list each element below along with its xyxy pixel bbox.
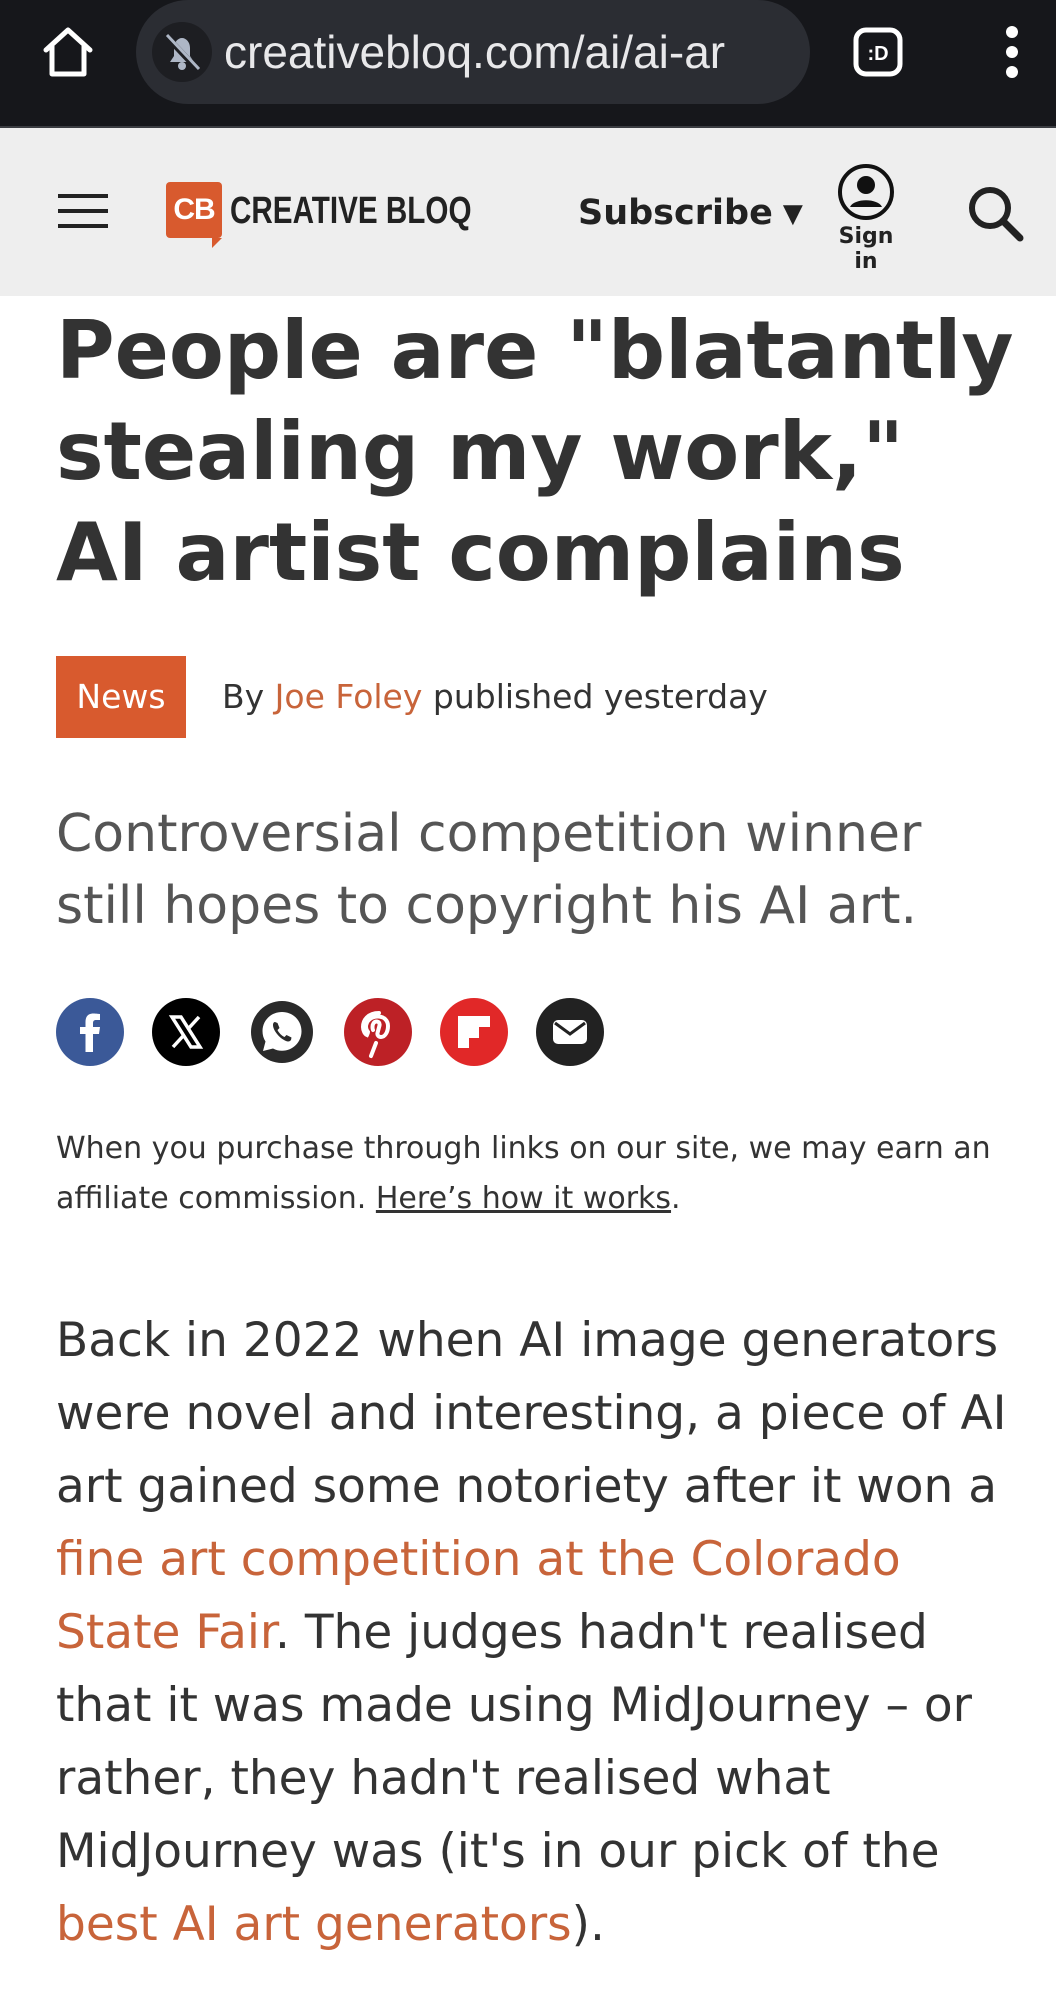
site-header: CB CREATIVE BLOQ Subscribe ▼ Sign in — [0, 128, 1056, 296]
affiliate-end: . — [671, 1181, 681, 1216]
share-bar — [56, 998, 656, 1066]
article-meta: News By Joe Foley published yesterday — [56, 656, 1016, 738]
pinterest-icon[interactable] — [344, 998, 412, 1066]
site-logo[interactable]: CB CREATIVE BLOQ — [166, 180, 472, 248]
sign-in-button[interactable]: Sign in — [824, 162, 908, 274]
body-text-3: ). — [571, 1897, 605, 1952]
how-it-works-link[interactable]: Here’s how it works — [376, 1181, 671, 1216]
menu-hamburger-icon[interactable] — [56, 188, 112, 236]
flipboard-icon[interactable] — [440, 998, 508, 1066]
logo-text: CREATIVE BLOQ — [230, 190, 472, 232]
url-text[interactable]: creativebloq.com/ai/ai-ar — [224, 22, 804, 82]
email-icon[interactable] — [536, 998, 604, 1066]
byline: By Joe Foley published yesterday — [222, 674, 768, 720]
tab-switcher-button[interactable]: :D — [848, 22, 908, 82]
article-strapline: Controversial competition winner still h… — [56, 804, 922, 936]
subscribe-button[interactable]: Subscribe ▼ — [578, 188, 803, 238]
more-menu-icon[interactable] — [996, 18, 1028, 86]
tab-count: :D — [867, 43, 888, 65]
affiliate-disclaimer: When you purchase through links on our s… — [56, 1124, 1016, 1224]
user-account-icon — [838, 164, 894, 220]
logo-mark: CB — [166, 182, 222, 248]
sign-in-label: Sign in — [838, 224, 894, 274]
notifications-off-icon[interactable] — [150, 20, 214, 84]
published-date: published yesterday — [432, 677, 768, 716]
byline-prefix: By — [222, 677, 265, 716]
category-badge[interactable]: News — [56, 656, 186, 738]
facebook-icon[interactable] — [56, 998, 124, 1066]
body-text-1: Back in 2022 when AI image generators we… — [56, 1313, 1007, 1514]
search-icon[interactable] — [964, 182, 1028, 246]
url-bar[interactable]: creativebloq.com/ai/ai-ar — [136, 0, 810, 104]
home-icon[interactable] — [36, 20, 100, 84]
x-icon[interactable] — [152, 998, 220, 1066]
author-link[interactable]: Joe Foley — [275, 677, 423, 716]
caret-down-icon: ▼ — [782, 199, 803, 229]
subscribe-label: Subscribe — [578, 193, 773, 233]
best-ai-art-generators-link[interactable]: best AI art generators — [56, 1897, 572, 1952]
browser-toolbar: creativebloq.com/ai/ai-ar :D — [0, 0, 1056, 128]
article-headline: People are "blatantly stealing my work,"… — [56, 304, 1014, 599]
article-body-paragraph: Back in 2022 when AI image generators we… — [56, 1304, 1036, 1961]
whatsapp-icon[interactable] — [248, 998, 316, 1066]
